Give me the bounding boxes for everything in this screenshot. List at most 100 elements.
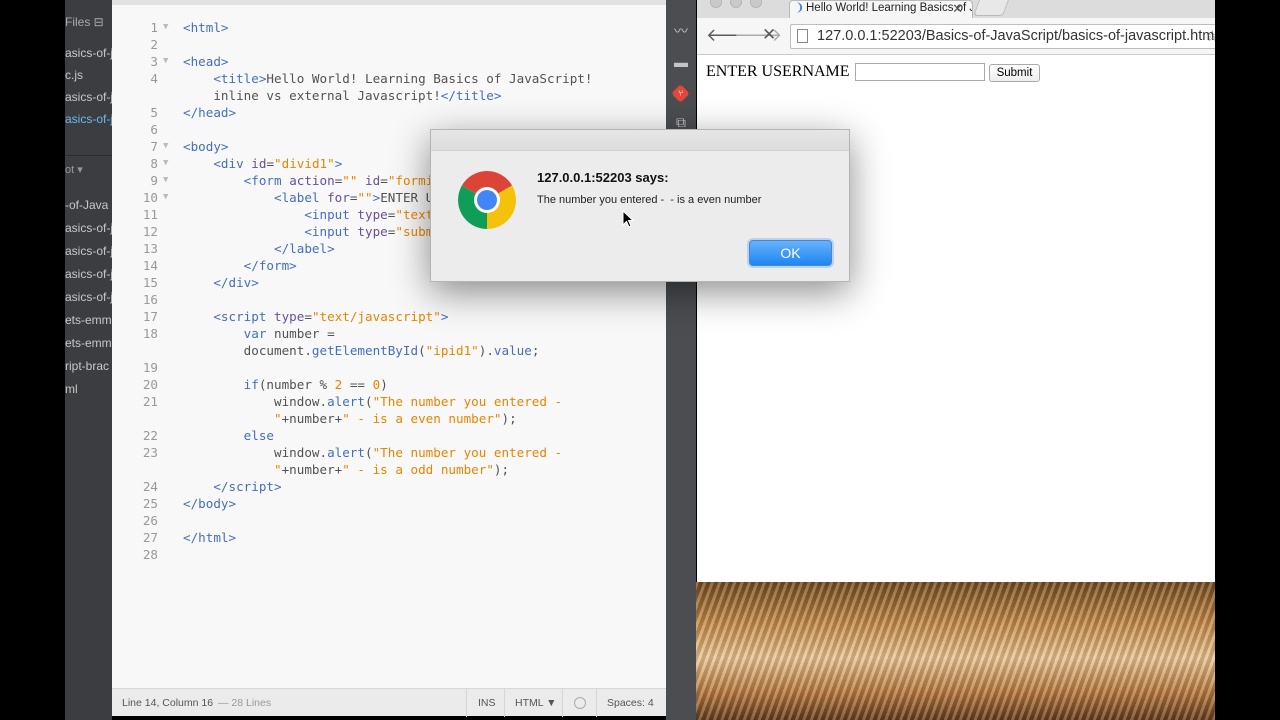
code-line[interactable]: 18 var number = <box>112 325 652 342</box>
code-line[interactable]: 25 </body> <box>112 495 652 512</box>
tab-close-icon[interactable]: ✕ <box>952 1 963 16</box>
indent-spaces[interactable]: Spaces: 4 <box>607 697 654 709</box>
sidebar-file-item[interactable]: ript-brac <box>65 357 109 375</box>
line-number: 5 <box>150 105 158 120</box>
code-line[interactable]: 1 ▼ <html> <box>112 19 652 36</box>
line-number: 23 <box>142 445 158 460</box>
code-line[interactable]: 22 else <box>112 427 652 444</box>
language-mode-dropdown[interactable]: HTML ▼ <box>515 697 557 709</box>
line-number: 22 <box>142 428 158 443</box>
code-text: <title>Hello World! Learning Basics of J… <box>213 71 593 86</box>
line-number: 19 <box>142 360 158 375</box>
editor-status-bar: Line 14, Column 16 — 28 Lines INS HTML ▼… <box>112 688 666 717</box>
right-letterbox <box>1215 0 1280 720</box>
code-line[interactable]: 23 window.alert("The number you entered … <box>112 444 652 461</box>
code-text: else <box>243 428 275 443</box>
left-letterbox <box>0 0 65 720</box>
extension-manager-icon[interactable]: ▬ <box>672 53 690 71</box>
desktop-wallpaper <box>696 582 1215 720</box>
line-number: 13 <box>142 241 158 256</box>
code-line[interactable]: 21 window.alert("The number you entered … <box>112 393 652 410</box>
code-line[interactable]: 4 <title>Hello World! Learning Basics of… <box>112 70 652 87</box>
git-icon[interactable]: ⑂ <box>671 84 690 103</box>
code-text: inline vs external Javascript!</title> <box>183 88 502 103</box>
alert-dialog: 127.0.0.1:52203 says: The number you ent… <box>430 129 850 282</box>
fold-toggle-icon[interactable]: ▼ <box>163 53 168 70</box>
code-line[interactable]: 3 ▼ <head> <box>112 53 652 70</box>
line-number: 4 <box>150 71 158 86</box>
mouse-cursor-icon <box>622 210 634 228</box>
loading-spinner-icon: ❩ <box>795 2 805 14</box>
new-tab-button[interactable] <box>973 0 1009 16</box>
code-line[interactable]: 27 </html> <box>112 529 652 546</box>
code-text: </html> <box>183 530 237 545</box>
chrome-logo-icon <box>458 171 516 229</box>
code-line[interactable]: 16 <box>112 291 652 308</box>
project-header: ot ▾ <box>65 164 83 176</box>
close-window-button[interactable] <box>710 0 722 8</box>
fold-toggle-icon[interactable]: ▼ <box>163 155 168 172</box>
code-line[interactable]: "+number+" - is a odd number"); <box>112 461 652 478</box>
url-text[interactable]: 127.0.0.1:52203/Basics-of-JavaScript/bas… <box>817 28 1218 44</box>
browser-window: ❩ Hello World! Learning Basics of JavaSc… <box>697 0 1219 582</box>
live-preview-icon[interactable]: 〰 <box>672 22 690 40</box>
insert-mode[interactable]: INS <box>478 697 496 709</box>
minimize-window-button[interactable] <box>730 0 742 8</box>
cursor-position: Line 14, Column 16 <box>122 697 214 709</box>
code-line[interactable]: "+number+" - is a even number"); <box>112 410 652 427</box>
code-line[interactable]: 19 <box>112 359 652 376</box>
line-number: 12 <box>142 224 158 239</box>
code-line[interactable]: 5 </head> <box>112 104 652 121</box>
line-count: — 28 Lines <box>218 697 272 709</box>
line-number: 28 <box>142 547 158 562</box>
code-text: <html> <box>183 20 229 35</box>
sidebar-file-item[interactable]: ets-emme <box>65 334 112 352</box>
sidebar-file-item[interactable]: asics-of-jav <box>65 44 112 62</box>
fold-toggle-icon[interactable]: ▼ <box>163 189 168 206</box>
code-line[interactable]: 24 </script> <box>112 478 652 495</box>
line-number: 21 <box>142 394 158 409</box>
code-line[interactable]: 2 <box>112 36 652 53</box>
username-input[interactable] <box>855 63 985 81</box>
code-line[interactable]: 28 <box>112 546 652 563</box>
line-number: 24 <box>142 479 158 494</box>
code-line[interactable]: 26 <box>112 512 652 529</box>
ok-button[interactable]: OK <box>749 240 832 266</box>
sidebar-file-item[interactable]: asics-of-ja <box>65 288 112 306</box>
code-line[interactable]: 17 <script type="text/javascript"> <box>112 308 652 325</box>
line-number: 14 <box>142 258 158 273</box>
sidebar-file-item[interactable]: asics-of-ja <box>65 265 112 283</box>
linter-status-icon[interactable] <box>574 697 586 709</box>
line-number: 8 <box>150 156 158 171</box>
alert-title: 127.0.0.1:52203 says: <box>537 170 669 185</box>
line-number: 10 <box>142 190 158 205</box>
sidebar-file-item[interactable]: asics-of-ja <box>65 219 112 237</box>
fold-toggle-icon[interactable]: ▼ <box>163 172 168 189</box>
code-text: </body> <box>183 496 237 511</box>
browser-tab[interactable]: ❩ Hello World! Learning Basics of JavaSc… <box>789 0 973 18</box>
fold-toggle-icon[interactable]: ▼ <box>163 138 168 155</box>
sidebar-file-item[interactable]: -of-Java <box>65 196 108 214</box>
sidebar-file-item[interactable]: asics-of-jav <box>65 88 112 106</box>
address-bar[interactable]: 127.0.0.1:52203/Basics-of-JavaScript/bas… <box>790 24 1219 49</box>
code-text: </script> <box>213 479 282 494</box>
line-number: 27 <box>142 530 158 545</box>
stop-icon[interactable]: ✕ <box>762 25 776 45</box>
code-text: window.alert("The number you entered - <box>183 445 563 460</box>
code-line[interactable]: 20 if(number % 2 == 0) <box>112 376 652 393</box>
line-number: 9 <box>150 173 158 188</box>
zoom-window-button[interactable] <box>750 0 762 8</box>
line-number: 1 <box>150 20 158 35</box>
code-line[interactable]: inline vs external Javascript!</title> <box>112 87 652 104</box>
sidebar-file-item[interactable]: c.js <box>65 66 83 84</box>
code-text: document.getElementById("ipid1").value; <box>183 343 540 358</box>
sidebar-file-item[interactable]: ets-emme <box>65 311 112 329</box>
code-line[interactable]: document.getElementById("ipid1").value; <box>112 342 652 359</box>
sidebar-file-item[interactable]: asics-of-j <box>65 110 112 128</box>
fold-toggle-icon[interactable]: ▼ <box>163 19 168 36</box>
code-text: </head> <box>183 105 237 120</box>
line-number: 25 <box>142 496 158 511</box>
submit-button[interactable]: Submit <box>989 64 1040 82</box>
sidebar-file-item[interactable]: ml <box>65 380 78 398</box>
sidebar-file-item[interactable]: asics-of-ja <box>65 242 112 260</box>
